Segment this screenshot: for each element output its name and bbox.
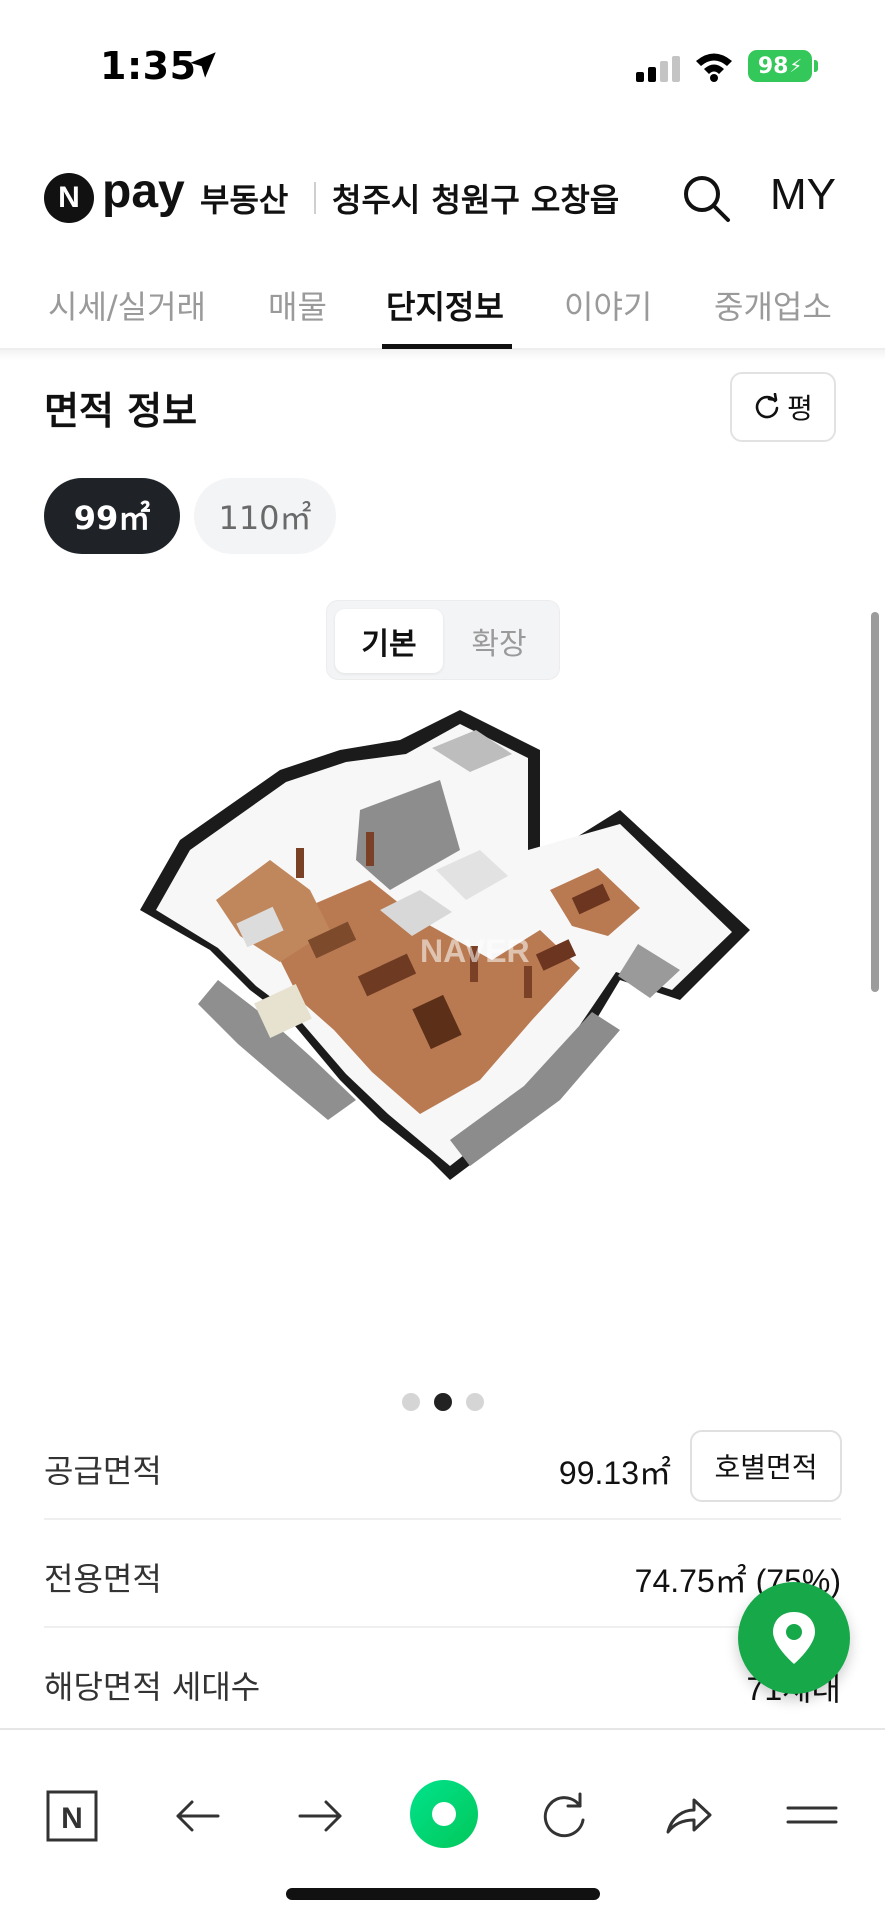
carousel-dots	[402, 1393, 486, 1411]
status-bar: 1:35 98 ⚡	[0, 0, 885, 110]
battery-level: 98	[757, 53, 789, 79]
my-page-button[interactable]: MY	[770, 170, 836, 220]
active-tab-indicator	[382, 344, 512, 349]
header-divider	[314, 182, 316, 214]
unit-toggle-label: 평	[787, 392, 813, 425]
tab-shadow	[0, 350, 885, 360]
battery-cap	[814, 60, 818, 72]
menu-icon[interactable]	[784, 1788, 840, 1844]
tab-price[interactable]: 시세/실거래	[48, 282, 206, 328]
svg-text:N: N	[61, 1802, 83, 1835]
naver-home-icon[interactable]: N	[44, 1788, 100, 1844]
share-icon[interactable]	[660, 1788, 716, 1844]
charging-bolt-icon: ⚡	[789, 55, 803, 77]
floorplan-watermark: NAVER	[420, 933, 530, 969]
scrollbar[interactable]	[871, 612, 879, 992]
tab-bar: 시세/실거래 매물 단지정보 이야기 중개업소	[0, 272, 885, 350]
forward-arrow-icon[interactable]	[292, 1788, 348, 1844]
home-indicator[interactable]	[286, 1888, 600, 1900]
reload-icon[interactable]	[536, 1788, 592, 1844]
location-arrow-icon	[190, 52, 216, 78]
view-toggle: 기본 확장	[326, 600, 560, 680]
area-chip-110[interactable]: 110㎡	[194, 478, 336, 554]
back-arrow-icon[interactable]	[170, 1788, 226, 1844]
search-icon[interactable]	[680, 172, 732, 224]
floorplan-image[interactable]: NAVER	[120, 700, 760, 1280]
supply-area-label: 공급면적	[44, 1452, 162, 1490]
supply-area-value: 99.13㎡	[558, 1455, 671, 1491]
refresh-icon	[755, 393, 779, 419]
area-chip-99[interactable]: 99㎡	[44, 478, 180, 554]
exclusive-area-label: 전용면적	[44, 1560, 162, 1598]
app-header: N pay 부동산 청주시 청원구 오창읍 MY	[0, 150, 885, 240]
tab-complex-info[interactable]: 단지정보	[386, 282, 504, 328]
carousel-dot[interactable]	[466, 1393, 484, 1411]
tab-stories[interactable]: 이야기	[564, 282, 652, 328]
households-label: 해당면적 세대수	[44, 1668, 261, 1706]
section-title: 면적 정보	[44, 389, 198, 433]
map-fab-button[interactable]	[738, 1582, 850, 1694]
status-time: 1:35	[100, 44, 197, 88]
battery-indicator: 98 ⚡	[748, 50, 812, 82]
wifi-icon	[696, 53, 732, 82]
supply-area-row: 공급면적 99.13㎡ 호별면적	[44, 1412, 842, 1520]
naver-n-logo[interactable]: N	[44, 173, 94, 223]
households-row: 해당면적 세대수 71세대	[44, 1628, 841, 1736]
unit-area-button[interactable]: 호별면적	[690, 1430, 842, 1502]
carousel-dot[interactable]	[402, 1393, 420, 1411]
carousel-dot-active[interactable]	[434, 1393, 452, 1411]
green-dot-icon[interactable]	[410, 1780, 478, 1848]
service-name[interactable]: 부동산	[200, 175, 288, 221]
view-extended-button[interactable]: 확장	[445, 609, 553, 673]
map-pin-icon	[773, 1612, 815, 1664]
location-selector[interactable]: 청주시 청원구 오창읍	[332, 175, 619, 221]
unit-toggle-button[interactable]: 평	[730, 372, 836, 442]
tab-listings[interactable]: 매물	[268, 282, 327, 328]
exclusive-area-row: 전용면적 74.75㎡ (75%)	[44, 1520, 841, 1628]
view-basic-button[interactable]: 기본	[335, 609, 443, 673]
tab-agencies[interactable]: 중개업소	[714, 282, 832, 328]
cellular-signal-icon	[636, 56, 680, 82]
pay-brand[interactable]: pay	[102, 164, 185, 219]
